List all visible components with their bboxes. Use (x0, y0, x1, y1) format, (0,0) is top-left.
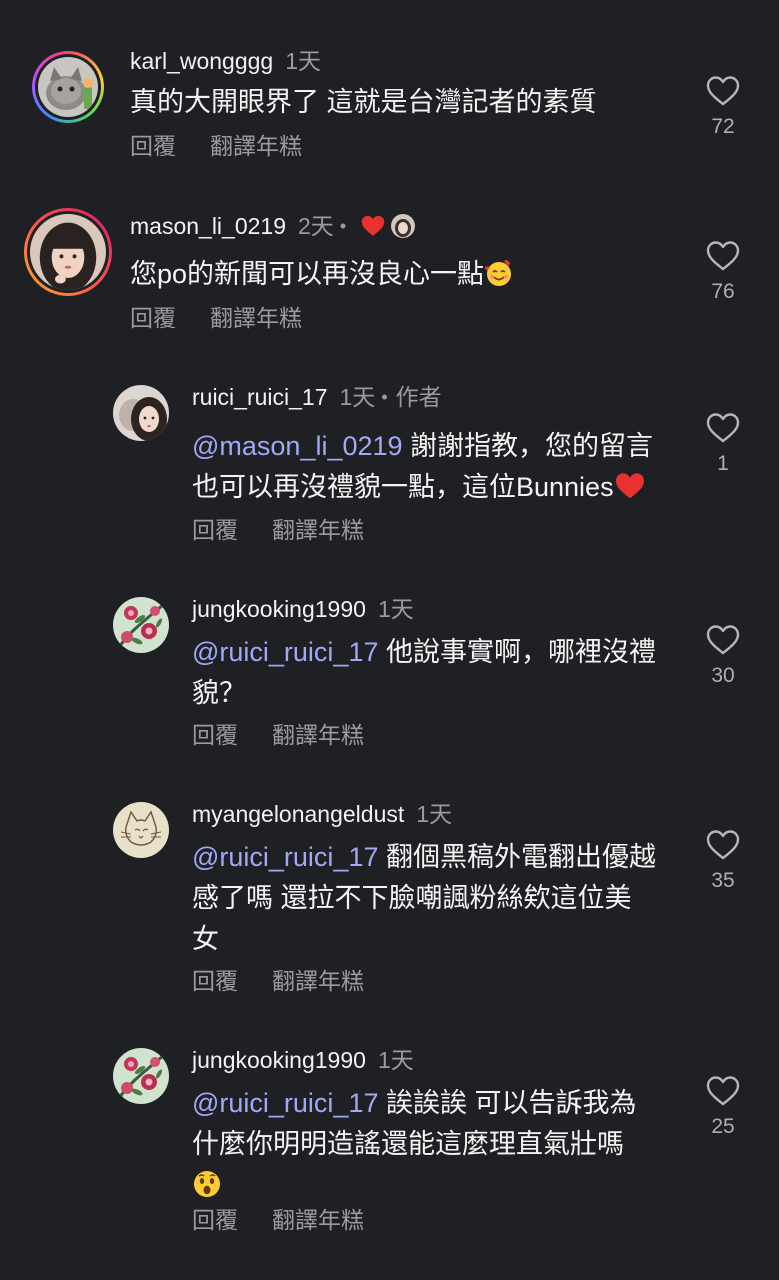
timestamp: 1天 (339, 384, 376, 410)
astonished-face-emoji (194, 1170, 220, 1197)
mention-link[interactable]: @ruici_ruici_17 (192, 842, 378, 872)
mention-link[interactable]: @mason_li_0219 (192, 431, 403, 461)
avatar[interactable] (32, 51, 104, 123)
timestamp: 2天 (298, 213, 334, 239)
avatar[interactable] (113, 385, 169, 441)
heart-icon (706, 412, 740, 444)
like-count: 25 (711, 1115, 735, 1138)
timestamp: 1天 (377, 1047, 414, 1073)
timestamp: 1天 (377, 596, 414, 622)
comment-text: @ruici_ruici_17 誒誒誒 可以告訴我為 什麼你明明造謠還能這麼理直… (192, 1083, 637, 1206)
translate-button[interactable]: 翻譯年糕 (272, 1205, 364, 1235)
floral-avatar-icon (113, 1048, 169, 1104)
like-count: 76 (711, 280, 735, 303)
avatar[interactable] (113, 802, 169, 858)
separator-dot: • (339, 216, 347, 236)
username[interactable]: jungkooking1990 (192, 1045, 366, 1075)
sketch-cat-avatar-icon (113, 802, 169, 858)
author-avatar-icon (391, 214, 416, 238)
heart-icon (706, 829, 740, 861)
reply-button[interactable]: 回覆 (192, 1205, 238, 1235)
avatar[interactable] (113, 597, 169, 653)
heart-icon (706, 75, 740, 107)
mention-link[interactable]: @ruici_ruici_17 (192, 637, 378, 667)
cat-avatar-icon (38, 57, 98, 117)
comment-text: @ruici_ruici_17 他說事實啊，哪裡沒禮 貌？ (192, 637, 656, 708)
like-button[interactable]: 25 (693, 1075, 753, 1139)
username[interactable]: ruici_ruici_17 (192, 382, 328, 412)
timestamp: 1天 (285, 48, 322, 74)
author-selfie-avatar-icon (113, 385, 169, 441)
like-button[interactable]: 1 (693, 412, 753, 476)
timestamp: 1天 (416, 801, 453, 827)
red-heart-emoji (615, 473, 644, 499)
like-count: 35 (711, 869, 735, 892)
reply-button[interactable]: 回覆 (192, 720, 238, 750)
like-count: 1 (717, 452, 729, 475)
like-button[interactable]: 76 (693, 240, 753, 304)
translate-button[interactable]: 翻譯年糕 (210, 303, 302, 333)
reply-button[interactable]: 回覆 (130, 303, 176, 333)
comment-text: 您po的新聞可以再沒良心一點 (130, 254, 514, 295)
mention-link[interactable]: @ruici_ruici_17 (192, 1088, 378, 1118)
separator-dot: • (381, 387, 388, 407)
translate-button[interactable]: 翻譯年糕 (272, 515, 364, 545)
author-liked-heart-icon (361, 215, 385, 236)
smiling-face-with-hearts-emoji (484, 259, 512, 286)
avatar[interactable] (113, 1048, 169, 1104)
translate-button[interactable]: 翻譯年糕 (210, 131, 302, 161)
like-button[interactable]: 35 (693, 829, 753, 893)
username[interactable]: jungkooking1990 (192, 594, 366, 624)
like-button[interactable]: 72 (693, 75, 753, 139)
author-badge: 作者 (395, 384, 442, 410)
comment-text: 真的大開眼界了 這就是台灣記者的素質 (130, 87, 597, 117)
avatar[interactable] (24, 208, 112, 296)
translate-button[interactable]: 翻譯年糕 (272, 966, 364, 996)
reply-button[interactable]: 回覆 (192, 966, 238, 996)
like-count: 72 (711, 115, 735, 138)
username[interactable]: myangelonangeldust (192, 799, 404, 829)
girl-portrait-avatar-icon (30, 214, 106, 290)
comment-text: @mason_li_0219 謝謝指教，您的留言 也可以再沒禮貌一點，這位Bun… (192, 431, 654, 502)
heart-icon (706, 240, 740, 272)
floral-avatar-icon (113, 597, 169, 653)
like-button[interactable]: 30 (693, 624, 753, 688)
translate-button[interactable]: 翻譯年糕 (272, 720, 364, 750)
username[interactable]: karl_wongggg (130, 46, 273, 76)
heart-icon (706, 1075, 740, 1107)
username[interactable]: mason_li_0219 (130, 211, 286, 241)
reply-button[interactable]: 回覆 (130, 131, 176, 161)
heart-icon (706, 624, 740, 656)
reply-button[interactable]: 回覆 (192, 515, 238, 545)
comment-text: @ruici_ruici_17 翻個黑稿外電翻出優越 感了嗎 還拉不下臉嘲諷粉絲… (192, 842, 656, 954)
like-count: 30 (711, 664, 735, 687)
